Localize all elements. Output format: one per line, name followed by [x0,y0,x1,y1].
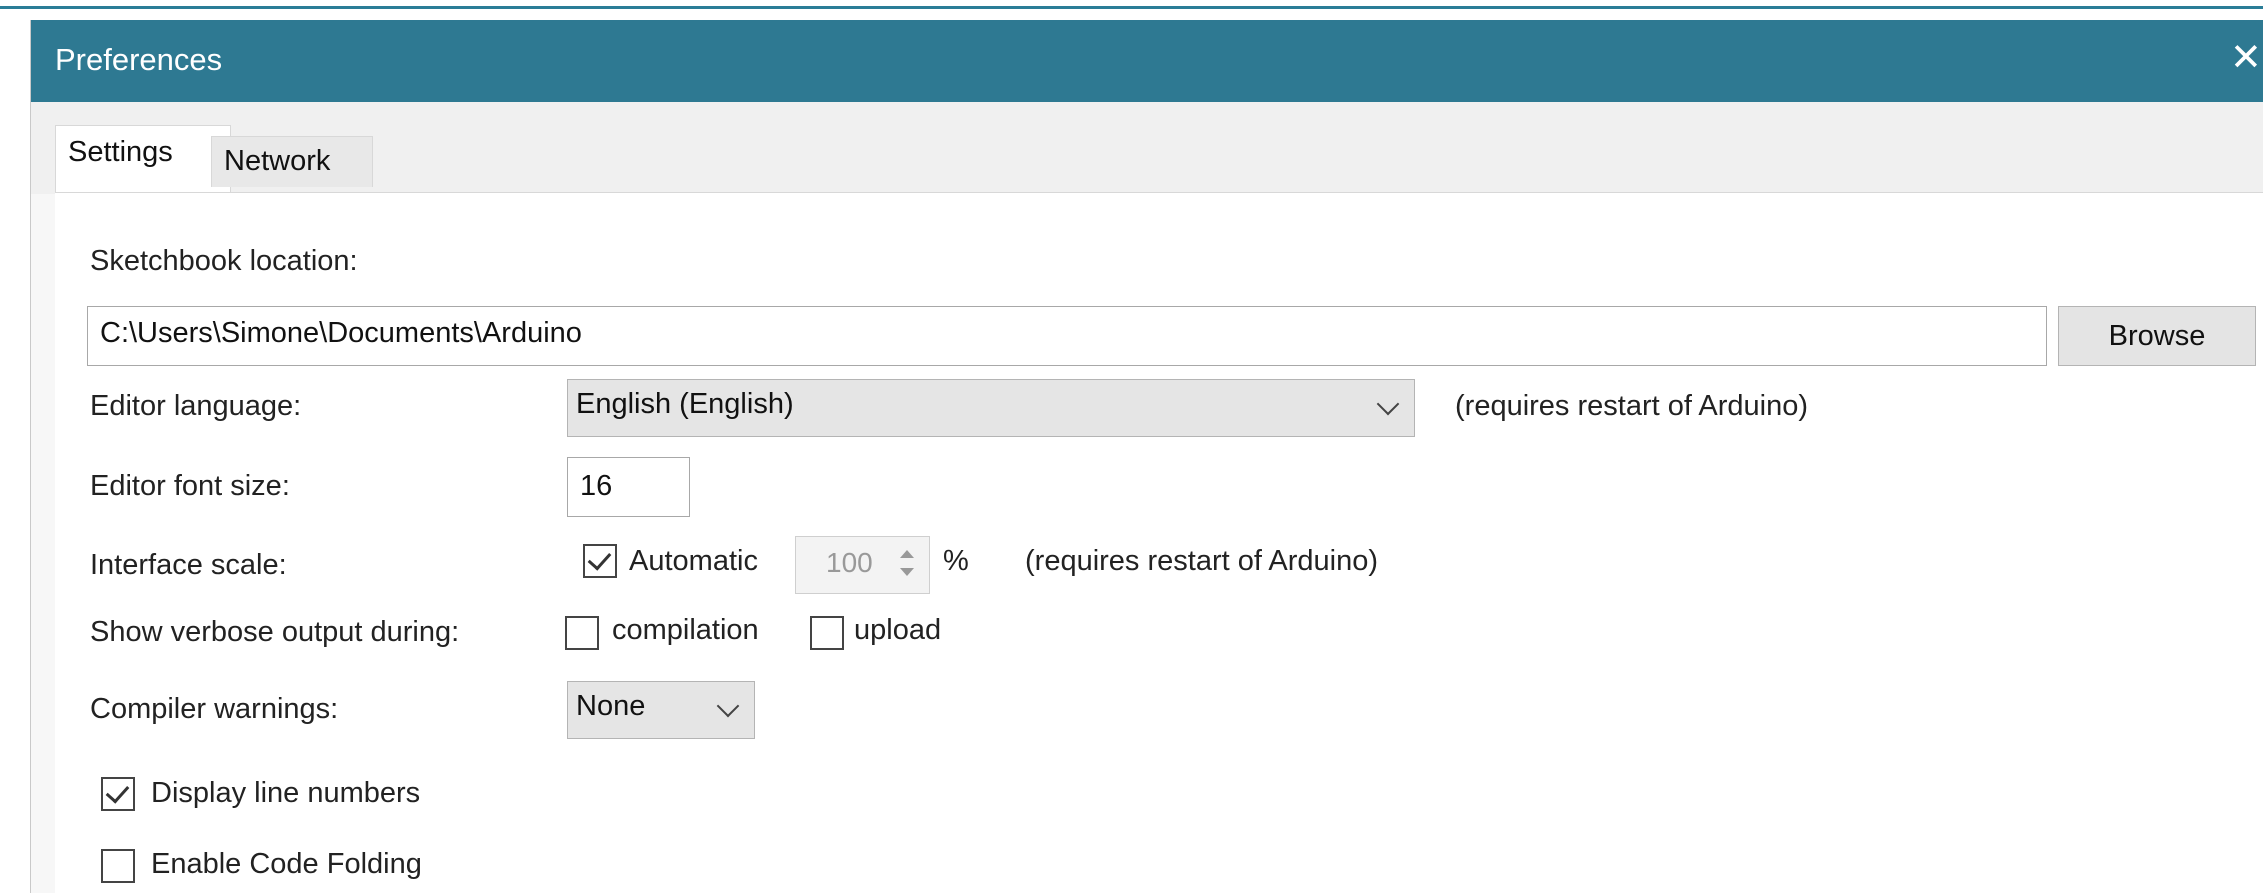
window-top-accent-line [0,6,2263,9]
tab-strip: Settings Network [31,102,2263,195]
display-line-numbers-checkbox[interactable] [101,777,135,811]
spinner-up-icon[interactable] [900,550,914,558]
preferences-window: Preferences ✕ Settings Network Sketchboo… [30,20,2263,894]
window-title: Preferences [55,42,223,77]
title-bar: Preferences ✕ [31,20,2263,102]
settings-panel: Sketchbook location: C:\Users\Simone\Doc… [55,192,2263,894]
compiler-warnings-value: None [576,690,646,722]
interface-scale-label: Interface scale: [90,549,287,581]
spinner-down-icon[interactable] [900,568,914,576]
tab-network[interactable]: Network [211,136,373,187]
upload-label: upload [854,614,942,646]
verbose-output-label: Show verbose output during: [90,616,460,648]
interface-scale-percent-symbol: % [943,545,969,577]
chevron-down-icon [716,694,740,718]
enable-code-folding-checkbox[interactable] [101,849,135,883]
checkmark-icon [105,779,130,804]
close-icon[interactable]: ✕ [2230,38,2263,78]
compilation-checkbox[interactable] [565,616,599,650]
sketchbook-location-input[interactable]: C:\Users\Simone\Documents\Arduino [87,306,2047,366]
sketchbook-location-label: Sketchbook location: [90,245,358,277]
editor-language-restart-note: (requires restart of Arduino) [1455,390,1808,422]
interface-scale-restart-note: (requires restart of Arduino) [1025,545,1378,577]
upload-checkbox[interactable] [810,616,844,650]
checkmark-icon [587,546,612,571]
compilation-label: compilation [612,614,759,646]
editor-language-label: Editor language: [90,390,302,422]
compiler-warnings-select[interactable]: None [567,681,755,739]
tab-settings[interactable]: Settings [55,125,231,195]
display-line-numbers-label: Display line numbers [151,777,421,809]
interface-scale-spinner[interactable]: 100 [795,536,930,594]
enable-code-folding-label: Enable Code Folding [151,848,422,880]
chevron-down-icon [1376,392,1400,416]
editor-font-size-input[interactable]: 16 [567,457,690,517]
editor-font-size-label: Editor font size: [90,470,290,502]
automatic-scale-label: Automatic [629,545,758,577]
editor-language-value: English (English) [576,388,794,420]
editor-language-select[interactable]: English (English) [567,379,1415,437]
automatic-scale-checkbox[interactable] [583,544,617,578]
browse-button[interactable]: Browse [2058,306,2256,366]
compiler-warnings-label: Compiler warnings: [90,693,339,725]
interface-scale-value: 100 [826,547,873,578]
